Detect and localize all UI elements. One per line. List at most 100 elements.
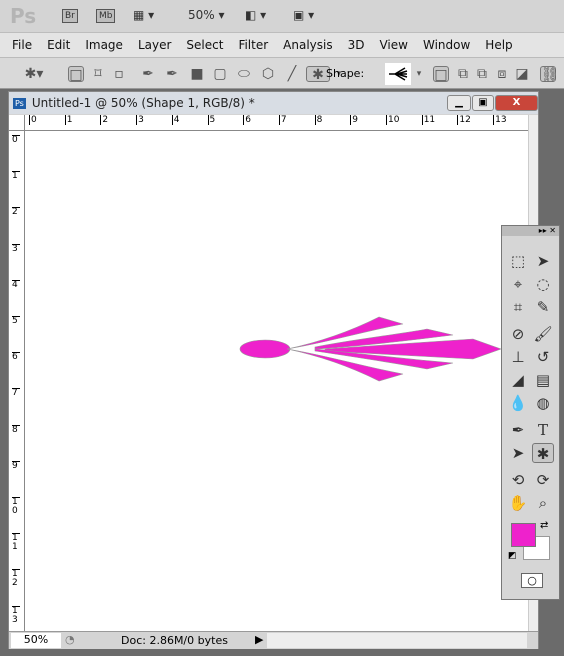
3d-orbit-icon[interactable]: ⟳: [532, 470, 554, 490]
intersect-shape-areas-icon[interactable]: ⧈: [494, 66, 510, 82]
type-tool-icon[interactable]: T: [532, 420, 554, 440]
minimize-button[interactable]: ▁: [447, 95, 471, 111]
ruler-tick-label: 10: [12, 497, 20, 516]
arrange-documents-icon[interactable]: ◧ ▾: [245, 8, 266, 22]
shape-picker-chevron-icon[interactable]: ▾: [411, 66, 427, 82]
document-title-bar[interactable]: Ps Untitled-1 @ 50% (Shape 1, RGB/8) * ▁…: [9, 92, 538, 114]
screen-mode-icon[interactable]: ▣ ▾: [293, 8, 314, 22]
menu-window[interactable]: Window: [423, 38, 470, 52]
ruler-tick-label: 11: [12, 533, 20, 552]
ruler-tick-label: 12: [457, 115, 471, 125]
foreground-color-swatch[interactable]: [511, 523, 536, 547]
crop-tool-icon[interactable]: ⌗: [507, 297, 529, 317]
shape-label: Shape:: [326, 67, 365, 80]
ruler-tick-label: 5: [207, 115, 216, 125]
brush-tool-icon[interactable]: 🖌: [532, 324, 554, 344]
polygon-tool-icon[interactable]: ⬡: [260, 66, 276, 82]
ellipse-tool-icon[interactable]: ⬭: [236, 66, 252, 82]
lasso-tool-icon[interactable]: ⌖: [507, 274, 529, 294]
dodge-tool-icon[interactable]: ◍: [532, 393, 554, 413]
blur-tool-icon[interactable]: 💧: [507, 393, 529, 413]
line-tool-icon[interactable]: ╱: [284, 66, 300, 82]
rectangle-tool-icon[interactable]: ■: [189, 66, 205, 82]
quick-mask-button[interactable]: ○: [521, 573, 543, 588]
menu-layer[interactable]: Layer: [138, 38, 171, 52]
zoom-tool-icon[interactable]: ⌕: [532, 493, 554, 513]
view-extras-icon[interactable]: ▦ ▾: [133, 8, 154, 22]
exclude-overlapping-icon[interactable]: ◪: [514, 66, 530, 82]
zoom-field[interactable]: 50%: [11, 633, 61, 648]
maximize-button[interactable]: ▣: [472, 95, 494, 111]
document-title: Untitled-1 @ 50% (Shape 1, RGB/8) *: [31, 96, 255, 110]
ruler-origin[interactable]: [9, 115, 25, 131]
menu-select[interactable]: Select: [186, 38, 223, 52]
menu-help[interactable]: Help: [485, 38, 512, 52]
ruler-tick-label: 6: [12, 352, 20, 362]
gradient-icon[interactable]: ▤: [532, 370, 554, 390]
menu-filter[interactable]: Filter: [238, 38, 268, 52]
quick-selection-icon[interactable]: ◌: [532, 274, 554, 294]
eraser-icon[interactable]: ◢: [507, 370, 529, 390]
rounded-rectangle-icon[interactable]: ▢: [212, 66, 228, 82]
hand-tool-icon[interactable]: ✋: [507, 493, 529, 513]
ruler-tick-label: 0: [29, 115, 37, 125]
ruler-tick-label: 13: [493, 115, 507, 125]
clone-stamp-icon[interactable]: ⊥: [507, 347, 529, 367]
menu-image[interactable]: Image: [85, 38, 123, 52]
paths-button[interactable]: ⌑: [90, 66, 106, 82]
shape-picker[interactable]: [385, 63, 411, 85]
swap-colors-icon[interactable]: ⇄: [540, 520, 548, 531]
ruler-tick-label: 8: [314, 115, 323, 125]
tools-panel: ▸▸ ✕ ⬚ ➤ ⌖ ◌ ⌗ ✎ ⊘ 🖌 ⊥ ↺ ◢ ▤ 💧 ◍ ✒ T ➤ ✱…: [501, 225, 560, 600]
marquee-tool-icon[interactable]: ⬚: [507, 251, 529, 271]
ruler-tick-label: 8: [12, 424, 20, 435]
panel-header[interactable]: ▸▸ ✕: [502, 226, 559, 236]
close-button[interactable]: X: [495, 95, 538, 111]
path-selection-icon[interactable]: ➤: [507, 443, 529, 463]
custom-shape-tool-icon[interactable]: ✱: [532, 443, 554, 463]
tool-preset-picker[interactable]: ✱▾: [20, 66, 48, 82]
pen-tool-icon[interactable]: ✒: [507, 420, 529, 440]
fill-pixels-button[interactable]: ▫: [111, 66, 127, 82]
ruler-tick-label: 1: [12, 171, 20, 181]
subtract-shape-area-icon[interactable]: ⧉: [474, 66, 490, 82]
doc-info: Doc: 2.86M/0 bytes: [121, 634, 228, 647]
ruler-tick-label: 3: [12, 243, 20, 254]
ps-logo: Ps: [10, 4, 37, 28]
horizontal-ruler[interactable]: 0 1 2 3 4 5 6 7 8 9 10 11 12 13: [25, 115, 528, 131]
menu-file[interactable]: File: [12, 38, 32, 52]
status-menu-arrow-icon[interactable]: ▶: [255, 633, 263, 646]
freeform-pen-icon[interactable]: ✒: [164, 66, 180, 82]
menu-view[interactable]: View: [379, 38, 407, 52]
status-bar: 50% ◔ Doc: 2.86M/0 bytes ▶: [9, 631, 538, 649]
3d-rotate-icon[interactable]: ⟲: [507, 470, 529, 490]
ruler-tick-label: 7: [278, 115, 287, 125]
vertical-ruler[interactable]: 0 1 2 3 4 5 6 7 8 9 10 11 12 13: [9, 131, 25, 631]
history-brush-icon[interactable]: ↺: [532, 347, 554, 367]
ruler-tick-label: 4: [12, 279, 20, 290]
status-icon[interactable]: ◔: [65, 633, 75, 646]
shape-layers-button[interactable]: □: [68, 66, 84, 83]
move-tool-icon[interactable]: ➤: [532, 251, 554, 271]
shape-layer[interactable]: [25, 131, 528, 631]
zoom-level-dropdown[interactable]: 50% ▾: [188, 8, 225, 22]
add-to-shape-area-icon[interactable]: ⧉: [455, 66, 471, 82]
launch-minibridge-button[interactable]: Mb: [96, 9, 116, 23]
menu-analysis[interactable]: Analysis: [283, 38, 332, 52]
default-colors-icon[interactable]: ◩: [508, 551, 517, 561]
launch-bridge-button[interactable]: Br: [62, 9, 78, 23]
menu-3d[interactable]: 3D: [348, 38, 365, 52]
pen-tool-icon[interactable]: ✒: [140, 66, 156, 82]
application-bar: Ps Br Mb ▦ ▾ 50% ▾ ◧ ▾ ▣ ▾: [0, 0, 564, 33]
menu-edit[interactable]: Edit: [47, 38, 70, 52]
ruler-tick-label: 7: [12, 388, 20, 398]
create-new-shape-layer-icon[interactable]: □: [433, 66, 449, 83]
link-style-icon[interactable]: ⛓: [540, 66, 559, 83]
eyedropper-icon[interactable]: ✎: [532, 297, 554, 317]
ruler-tick-label: 2: [12, 207, 20, 217]
menu-bar: File Edit Image Layer Select Filter Anal…: [0, 33, 564, 57]
canvas[interactable]: [25, 131, 528, 631]
ruler-tick-label: 9: [12, 460, 20, 471]
healing-brush-icon[interactable]: ⊘: [507, 324, 529, 344]
horizontal-scrollbar[interactable]: [267, 633, 527, 648]
